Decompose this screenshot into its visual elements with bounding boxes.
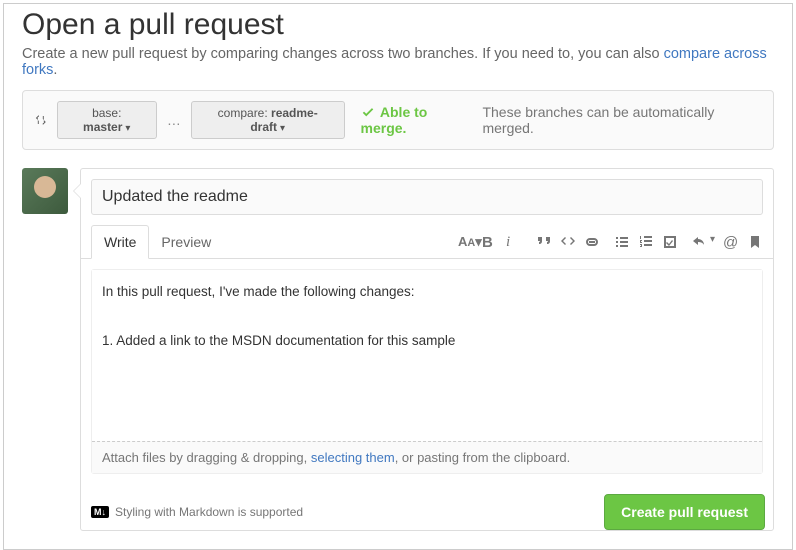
mention-icon[interactable]: @	[723, 234, 739, 250]
select-files-link[interactable]: selecting them	[311, 450, 395, 465]
ellipsis: …	[165, 112, 183, 128]
create-pr-button[interactable]: Create pull request	[604, 494, 765, 530]
bookmark-icon[interactable]	[747, 234, 763, 250]
text-size-icon[interactable]: AA▾	[458, 234, 474, 250]
avatar	[22, 168, 68, 214]
page-title: Open a pull request	[22, 8, 774, 42]
compare-branch-dropdown[interactable]: compare: readme-draft▾	[191, 101, 345, 139]
markdown-note[interactable]: M↓ Styling with Markdown is supported	[91, 505, 303, 519]
tab-preview[interactable]: Preview	[149, 226, 223, 258]
page-subhead: Create a new pull request by comparing c…	[22, 46, 774, 78]
code-icon[interactable]	[560, 234, 576, 250]
reply-icon[interactable]	[692, 234, 708, 250]
merge-status-detail: These branches can be automatically merg…	[482, 104, 763, 136]
ol-icon[interactable]	[638, 234, 654, 250]
ul-icon[interactable]	[614, 234, 630, 250]
task-icon[interactable]	[662, 234, 678, 250]
check-icon	[361, 105, 375, 119]
bold-icon[interactable]: B	[482, 234, 498, 250]
quote-icon[interactable]	[536, 234, 552, 250]
markdown-icon: M↓	[91, 506, 109, 518]
formatting-toolbar: AA▾ B i ▾	[458, 234, 763, 250]
attach-hint[interactable]: Attach files by dragging & dropping, sel…	[92, 441, 762, 473]
link-icon[interactable]	[584, 234, 600, 250]
italic-icon[interactable]: i	[506, 234, 522, 250]
branch-compare-bar: base: master▾ … compare: readme-draft▾ A…	[22, 90, 774, 150]
pr-description-input[interactable]	[92, 270, 762, 438]
compare-icon	[33, 112, 49, 128]
merge-status: Able to merge.	[361, 104, 475, 136]
comment-box: Write Preview AA▾ B i	[80, 168, 774, 531]
tab-write[interactable]: Write	[91, 225, 149, 259]
base-branch-dropdown[interactable]: base: master▾	[57, 101, 157, 139]
pr-title-input[interactable]	[91, 179, 763, 215]
